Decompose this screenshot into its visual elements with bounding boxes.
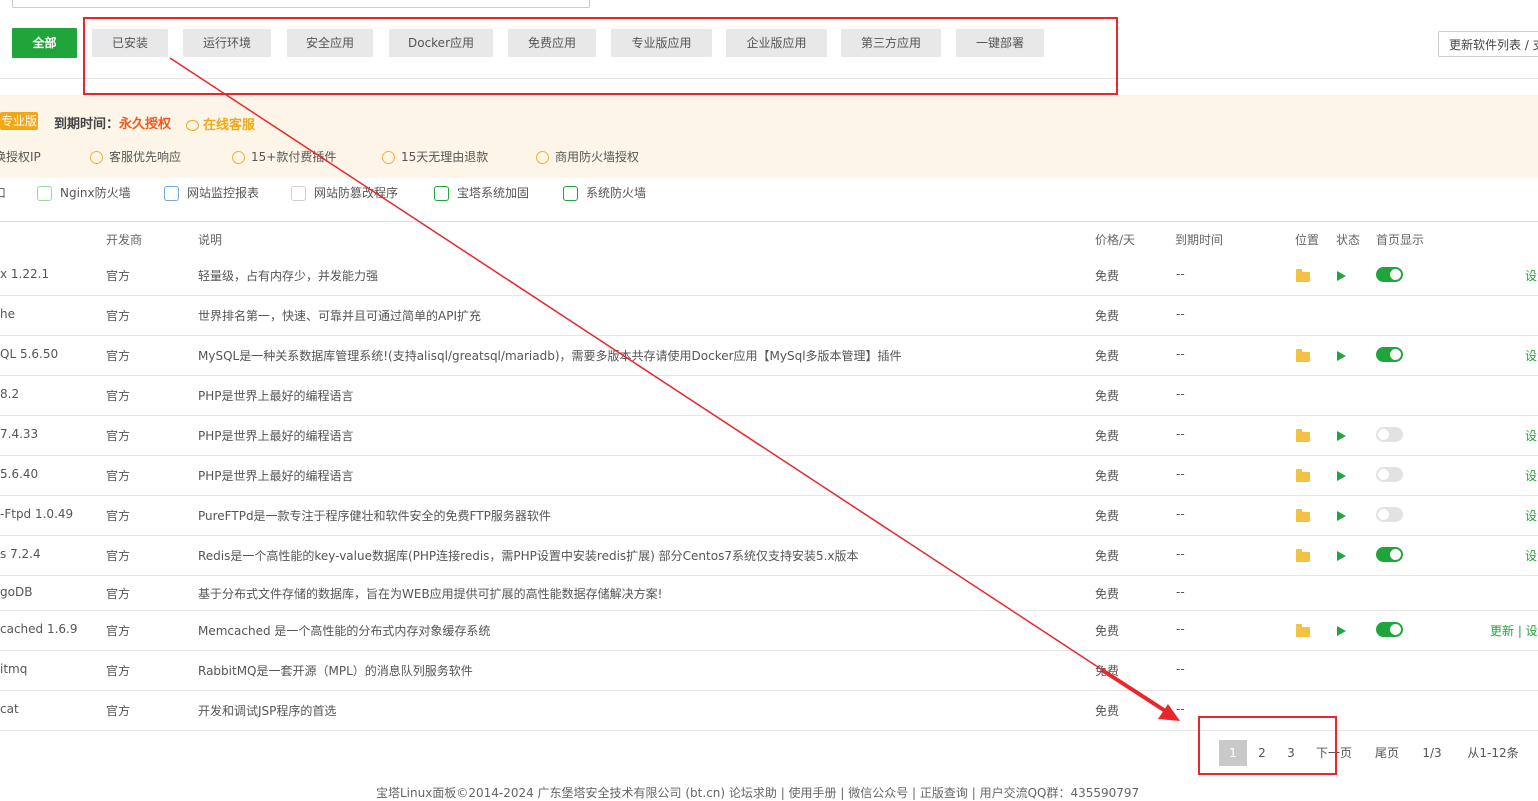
annotation-arrow-line — [169, 57, 1169, 714]
annotation-arrow — [169, 57, 1180, 721]
annotation-arrow-shaft — [1100, 668, 1172, 716]
